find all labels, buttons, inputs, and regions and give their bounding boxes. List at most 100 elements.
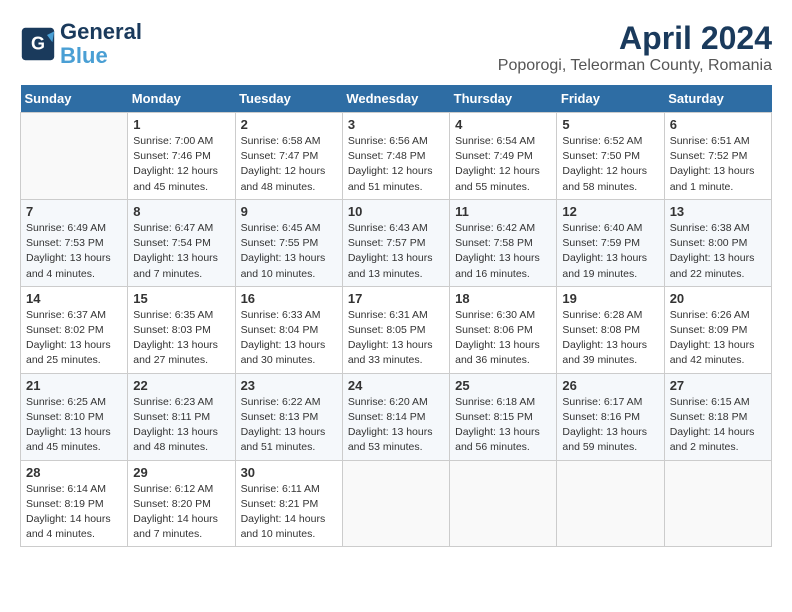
day-number: 27 — [670, 378, 766, 393]
day-info: Sunrise: 6:15 AM Sunset: 8:18 PM Dayligh… — [670, 395, 766, 456]
day-info: Sunrise: 6:49 AM Sunset: 7:53 PM Dayligh… — [26, 221, 122, 282]
weekday-header-wednesday: Wednesday — [342, 85, 449, 113]
calendar-cell: 5Sunrise: 6:52 AM Sunset: 7:50 PM Daylig… — [557, 113, 664, 200]
day-info: Sunrise: 6:22 AM Sunset: 8:13 PM Dayligh… — [241, 395, 337, 456]
calendar-cell: 28 Sunrise: 6:14 AM Sunset: 8:19 PM Dayli… — [21, 460, 128, 547]
day-info: Sunrise: 6:43 AM Sunset: 7:57 PM Dayligh… — [348, 221, 444, 282]
weekday-header-thursday: Thursday — [450, 85, 557, 113]
calendar-cell: 22Sunrise: 6:23 AM Sunset: 8:11 PM Dayli… — [128, 373, 235, 460]
day-number: 18 — [455, 291, 551, 306]
day-number: 7 — [26, 204, 122, 219]
day-info: Sunrise: 6:28 AM Sunset: 8:08 PM Dayligh… — [562, 308, 658, 369]
calendar-cell — [450, 460, 557, 547]
calendar-cell: 10 Sunrise: 6:43 AM Sunset: 7:57 PM Dayli… — [342, 199, 449, 286]
weekday-header-row: SundayMondayTuesdayWednesdayThursdayFrid… — [21, 85, 772, 113]
week-row-2: 7 Sunrise: 6:49 AM Sunset: 7:53 PM Daylig… — [21, 199, 772, 286]
day-number: 24 — [348, 378, 444, 393]
day-number: 16 — [241, 291, 337, 306]
weekday-header-tuesday: Tuesday — [235, 85, 342, 113]
day-info: Sunrise: 6:30 AM Sunset: 8:06 PM Dayligh… — [455, 308, 551, 369]
calendar-cell: 1 Sunrise: 7:00 AM Sunset: 7:46 PM Daylig… — [128, 113, 235, 200]
calendar-cell — [557, 460, 664, 547]
day-info: Sunrise: 6:38 AM Sunset: 8:00 PM Dayligh… — [670, 221, 766, 282]
day-info: Sunrise: 6:35 AM Sunset: 8:03 PM Dayligh… — [133, 308, 229, 369]
calendar-cell: 21 Sunrise: 6:25 AM Sunset: 8:10 PM Dayli… — [21, 373, 128, 460]
day-info: Sunrise: 6:47 AM Sunset: 7:54 PM Dayligh… — [133, 221, 229, 282]
day-number: 29 — [133, 465, 229, 480]
calendar-cell: 7 Sunrise: 6:49 AM Sunset: 7:53 PM Daylig… — [21, 199, 128, 286]
week-row-1: 1 Sunrise: 7:00 AM Sunset: 7:46 PM Daylig… — [21, 113, 772, 200]
day-info: Sunrise: 6:54 AM Sunset: 7:49 PM Dayligh… — [455, 134, 551, 195]
weekday-header-sunday: Sunday — [21, 85, 128, 113]
day-number: 21 — [26, 378, 122, 393]
calendar-cell — [664, 460, 771, 547]
weekday-header-monday: Monday — [128, 85, 235, 113]
day-number: 2 — [241, 117, 337, 132]
day-info: Sunrise: 6:51 AM Sunset: 7:52 PM Dayligh… — [670, 134, 766, 195]
logo-icon: G — [20, 26, 56, 62]
day-info: Sunrise: 6:40 AM Sunset: 7:59 PM Dayligh… — [562, 221, 658, 282]
day-number: 8 — [133, 204, 229, 219]
day-number: 3 — [348, 117, 444, 132]
logo: G GeneralBlue — [20, 20, 142, 68]
calendar-cell: 16 Sunrise: 6:33 AM Sunset: 8:04 PM Dayli… — [235, 286, 342, 373]
day-info: Sunrise: 6:58 AM Sunset: 7:47 PM Dayligh… — [241, 134, 337, 195]
day-number: 22 — [133, 378, 229, 393]
calendar-cell: 8 Sunrise: 6:47 AM Sunset: 7:54 PM Daylig… — [128, 199, 235, 286]
day-info: Sunrise: 6:31 AM Sunset: 8:05 PM Dayligh… — [348, 308, 444, 369]
day-number: 1 — [133, 117, 229, 132]
day-number: 11 — [455, 204, 551, 219]
day-info: Sunrise: 6:33 AM Sunset: 8:04 PM Dayligh… — [241, 308, 337, 369]
day-number: 20 — [670, 291, 766, 306]
weekday-header-friday: Friday — [557, 85, 664, 113]
calendar-cell: 4 Sunrise: 6:54 AM Sunset: 7:49 PM Daylig… — [450, 113, 557, 200]
month-title: April 2024 — [498, 20, 772, 57]
day-info: Sunrise: 7:00 AM Sunset: 7:46 PM Dayligh… — [133, 134, 229, 195]
title-block: April 2024 Poporogi, Teleorman County, R… — [498, 20, 772, 75]
day-info: Sunrise: 6:26 AM Sunset: 8:09 PM Dayligh… — [670, 308, 766, 369]
calendar-cell: 9Sunrise: 6:45 AM Sunset: 7:55 PM Daylig… — [235, 199, 342, 286]
day-number: 28 — [26, 465, 122, 480]
calendar-cell: 20 Sunrise: 6:26 AM Sunset: 8:09 PM Dayli… — [664, 286, 771, 373]
day-number: 17 — [348, 291, 444, 306]
calendar-body: 1 Sunrise: 7:00 AM Sunset: 7:46 PM Daylig… — [21, 113, 772, 547]
day-info: Sunrise: 6:56 AM Sunset: 7:48 PM Dayligh… — [348, 134, 444, 195]
day-info: Sunrise: 6:14 AM Sunset: 8:19 PM Dayligh… — [26, 482, 122, 543]
calendar-cell: 12Sunrise: 6:40 AM Sunset: 7:59 PM Dayli… — [557, 199, 664, 286]
calendar-cell: 6 Sunrise: 6:51 AM Sunset: 7:52 PM Daylig… — [664, 113, 771, 200]
day-number: 23 — [241, 378, 337, 393]
day-info: Sunrise: 6:12 AM Sunset: 8:20 PM Dayligh… — [133, 482, 229, 543]
day-number: 30 — [241, 465, 337, 480]
day-number: 25 — [455, 378, 551, 393]
calendar-cell: 13Sunrise: 6:38 AM Sunset: 8:00 PM Dayli… — [664, 199, 771, 286]
day-number: 15 — [133, 291, 229, 306]
day-number: 5 — [562, 117, 658, 132]
day-number: 6 — [670, 117, 766, 132]
day-number: 9 — [241, 204, 337, 219]
day-number: 10 — [348, 204, 444, 219]
calendar-cell: 3 Sunrise: 6:56 AM Sunset: 7:48 PM Daylig… — [342, 113, 449, 200]
day-info: Sunrise: 6:17 AM Sunset: 8:16 PM Dayligh… — [562, 395, 658, 456]
calendar-cell: 18 Sunrise: 6:30 AM Sunset: 8:06 PM Dayli… — [450, 286, 557, 373]
day-number: 26 — [562, 378, 658, 393]
calendar-cell: 27 Sunrise: 6:15 AM Sunset: 8:18 PM Dayli… — [664, 373, 771, 460]
calendar-table: SundayMondayTuesdayWednesdayThursdayFrid… — [20, 85, 772, 547]
calendar-cell: 29 Sunrise: 6:12 AM Sunset: 8:20 PM Dayli… — [128, 460, 235, 547]
calendar-cell: 2 Sunrise: 6:58 AM Sunset: 7:47 PM Daylig… — [235, 113, 342, 200]
calendar-cell: 14Sunrise: 6:37 AM Sunset: 8:02 PM Dayli… — [21, 286, 128, 373]
day-info: Sunrise: 6:42 AM Sunset: 7:58 PM Dayligh… — [455, 221, 551, 282]
day-info: Sunrise: 6:25 AM Sunset: 8:10 PM Dayligh… — [26, 395, 122, 456]
day-info: Sunrise: 6:20 AM Sunset: 8:14 PM Dayligh… — [348, 395, 444, 456]
day-info: Sunrise: 6:11 AM Sunset: 8:21 PM Dayligh… — [241, 482, 337, 543]
calendar-cell — [342, 460, 449, 547]
calendar-cell: 25Sunrise: 6:18 AM Sunset: 8:15 PM Dayli… — [450, 373, 557, 460]
day-number: 4 — [455, 117, 551, 132]
week-row-3: 14Sunrise: 6:37 AM Sunset: 8:02 PM Dayli… — [21, 286, 772, 373]
calendar-cell: 11 Sunrise: 6:42 AM Sunset: 7:58 PM Dayli… — [450, 199, 557, 286]
calendar-cell: 17 Sunrise: 6:31 AM Sunset: 8:05 PM Dayli… — [342, 286, 449, 373]
calendar-cell: 23 Sunrise: 6:22 AM Sunset: 8:13 PM Dayli… — [235, 373, 342, 460]
week-row-4: 21 Sunrise: 6:25 AM Sunset: 8:10 PM Dayli… — [21, 373, 772, 460]
location-subtitle: Poporogi, Teleorman County, Romania — [498, 57, 772, 75]
calendar-cell: 24 Sunrise: 6:20 AM Sunset: 8:14 PM Dayli… — [342, 373, 449, 460]
day-number: 19 — [562, 291, 658, 306]
